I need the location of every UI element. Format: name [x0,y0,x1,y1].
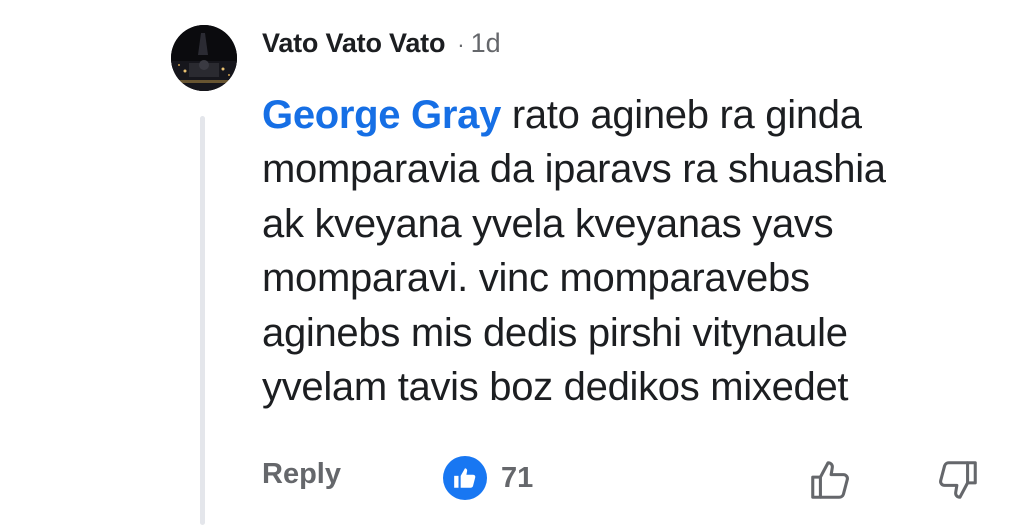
reaction-count: 71 [501,461,534,494]
timestamp[interactable]: 1d [471,28,501,59]
reply-button[interactable]: Reply [262,458,341,491]
avatar[interactable] [171,25,237,91]
thumbs-up-button[interactable] [806,456,854,504]
thumbs-up-outline-icon [811,461,849,499]
reaction-summary[interactable]: 71 [443,456,533,500]
separator-dot: · [457,32,465,57]
avatar-image [171,25,237,91]
comment-text: George Gray rato agineb ra ginda mompara… [262,88,1002,414]
comment-message: rato agineb ra ginda momparavia da ipara… [262,93,886,410]
mention-link[interactable]: George Gray [262,93,501,137]
author-name[interactable]: Vato Vato Vato [262,28,445,59]
comment-actions: Reply 71 [0,450,1024,510]
thumbs-down-button[interactable] [934,456,982,504]
thumbs-down-outline-icon [939,461,977,499]
comment-header: Vato Vato Vato · 1d [262,28,501,64]
like-icon [443,456,487,500]
